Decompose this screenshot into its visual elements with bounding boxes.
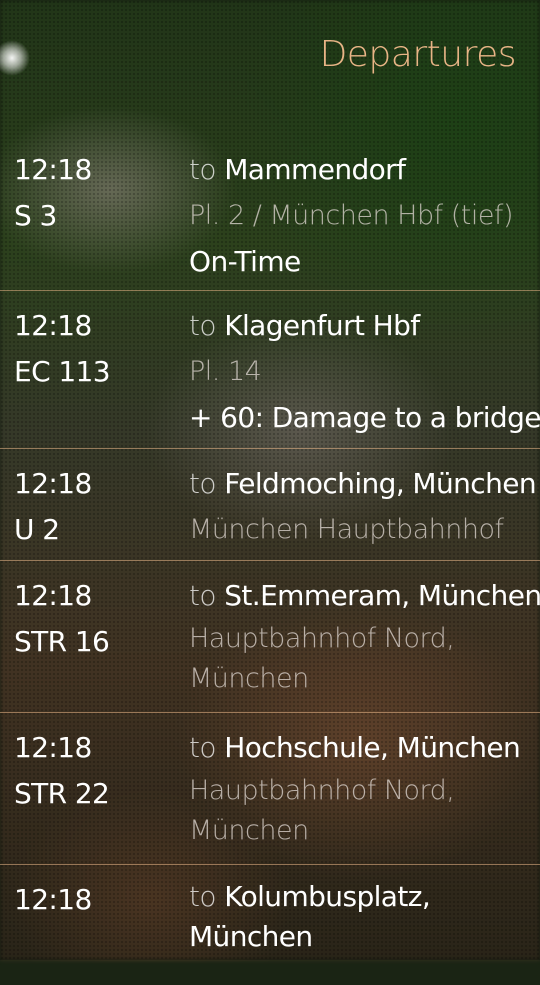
destination-name: Klagenfurt Hbf <box>224 309 420 342</box>
departure-time: 12:18 <box>14 731 92 764</box>
destination-prefix: to <box>189 731 217 764</box>
departure-line: STR 22 <box>14 777 110 810</box>
departure-destination: to Mammendorf <box>189 147 534 193</box>
destination-name: Kolumbusplatz, München <box>189 880 431 953</box>
destination-name: Mammendorf <box>224 153 406 186</box>
departure-time: 12:18 <box>14 309 92 342</box>
departure-line: STR 16 <box>14 625 110 658</box>
departure-platform: Hauptbahnhof Nord, München <box>189 623 455 694</box>
destination-prefix: to <box>189 579 217 612</box>
departure-item[interactable]: 12:18 S 3 to Mammendorf Pl. 2 / München … <box>0 135 540 291</box>
departure-time: 12:18 <box>14 883 92 916</box>
departure-time: 12:18 <box>14 467 92 500</box>
departure-destination: to Feldmoching, München <box>189 461 537 507</box>
departure-platform: Pl. 14 <box>189 356 262 387</box>
departure-time: 12:18 <box>14 579 92 612</box>
departure-item[interactable]: 12:18 STR 16 to St.Emmeram, München Haup… <box>0 561 540 713</box>
departure-status: On-Time <box>189 245 301 278</box>
departure-destination: to Hochschule, München <box>189 725 534 771</box>
departure-item[interactable]: 12:18 STR 22 to Hochschule, München Haup… <box>0 713 540 865</box>
departure-platform: Pl. 2 / München Hbf (tief) <box>189 200 513 231</box>
departure-time: 12:18 <box>14 153 92 186</box>
departure-destination: to Kolumbusplatz, München <box>189 877 489 957</box>
departures-list: 12:18 S 3 to Mammendorf Pl. 2 / München … <box>0 135 540 985</box>
departure-destination: to Klagenfurt Hbf <box>189 303 534 349</box>
destination-prefix: to <box>189 467 217 500</box>
departure-line: S 3 <box>14 199 57 232</box>
departure-destination: to St.Emmeram, München <box>189 573 540 619</box>
departure-item[interactable]: 12:18 U 2 to Feldmoching, München Münche… <box>0 449 540 561</box>
destination-name: St.Emmeram, München <box>224 579 540 612</box>
destination-prefix: to <box>189 153 217 186</box>
departure-line: EC 113 <box>14 355 111 388</box>
destination-prefix: to <box>189 309 217 342</box>
departure-line: U 2 <box>14 513 60 546</box>
destination-prefix: to <box>189 880 217 913</box>
destination-name: Feldmoching, München <box>224 467 536 500</box>
departure-platform: München Hauptbahnhof <box>189 514 504 545</box>
departure-status: + 60: Damage to a bridge <box>189 401 540 434</box>
departure-item[interactable]: 12:18 EC 113 to Klagenfurt Hbf Pl. 14 + … <box>0 291 540 449</box>
departure-item[interactable]: 12:18 to Kolumbusplatz, München <box>0 865 540 985</box>
destination-name: Hochschule, München <box>224 731 521 764</box>
departure-platform: Hauptbahnhof Nord, München <box>189 775 455 846</box>
page-title: Departures <box>319 34 517 75</box>
